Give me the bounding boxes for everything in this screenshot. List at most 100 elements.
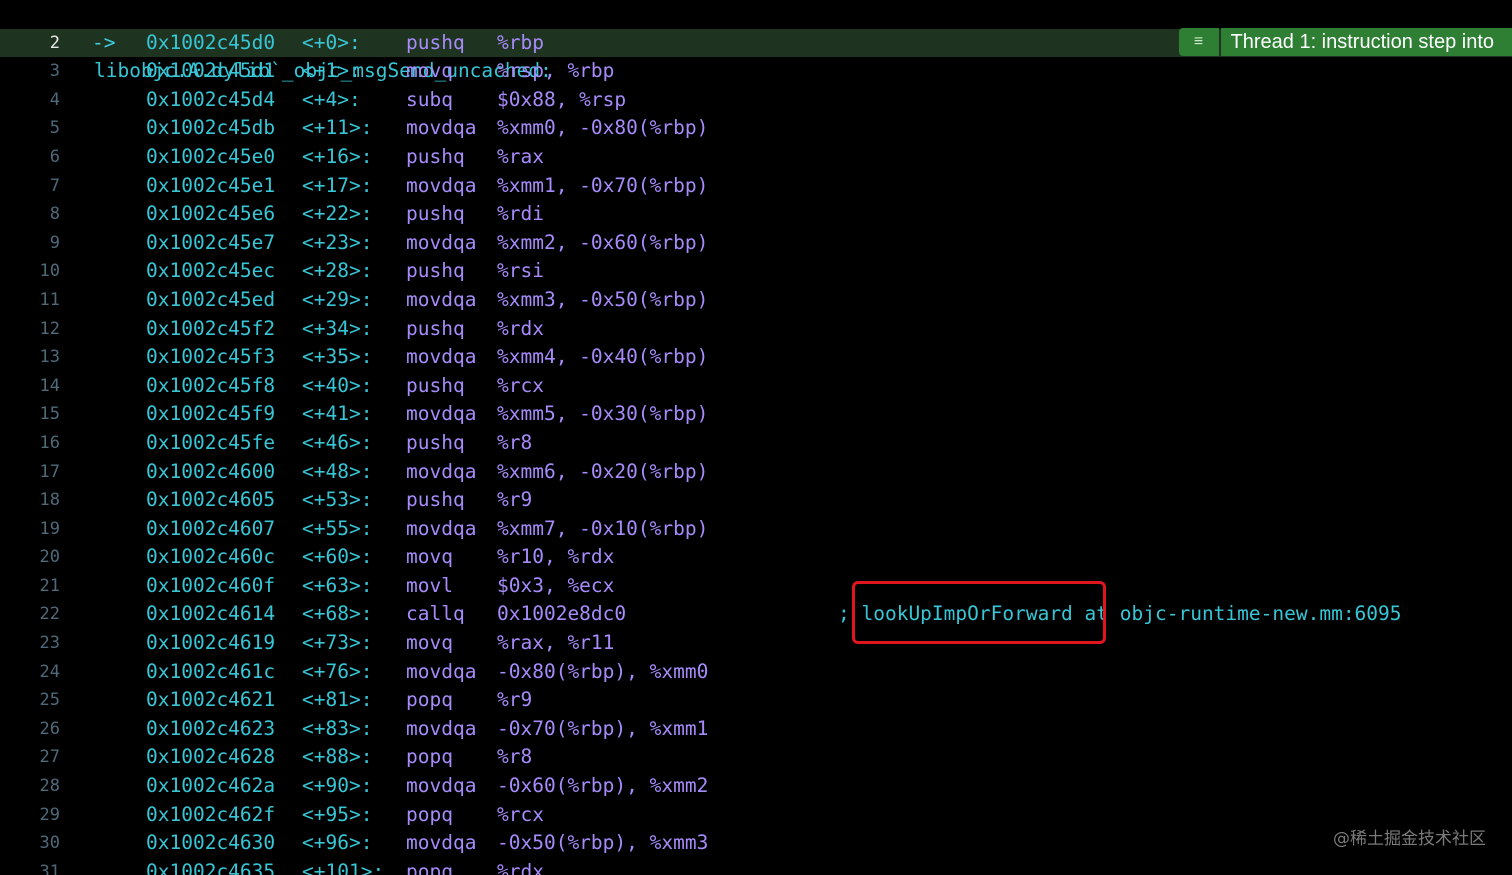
instruction-row[interactable]: 29 0x1002c462f <+95>: popq %rcx — [0, 801, 1512, 830]
instruction-row[interactable]: 14 0x1002c45f8 <+40>: pushq %rcx — [0, 372, 1512, 401]
line-number: 3 — [49, 61, 60, 82]
line-number: 18 — [39, 490, 60, 511]
instruction-operands: %xmm7, -0x10(%rbp) — [497, 516, 709, 540]
instruction-row[interactable]: 16 0x1002c45fe <+46>: pushq %r8 — [0, 429, 1512, 458]
instruction-mnemonic: movdqa — [406, 402, 477, 426]
instruction-operands: %xmm6, -0x20(%rbp) — [497, 459, 709, 483]
instruction-row[interactable]: 20 0x1002c460c <+60>: movq %r10, %rdx — [0, 543, 1512, 572]
instruction-row[interactable]: 30 0x1002c4630 <+96>: movdqa -0x50(%rbp), %x… — [0, 829, 1512, 858]
instruction-operands: %rbp — [497, 30, 544, 54]
instruction-offset: <+22>: — [302, 202, 373, 226]
instruction-row[interactable]: 31 0x1002c4635 <+101>: popq %rdx — [0, 858, 1512, 875]
instruction-address: 0x1002c45f9 — [146, 402, 276, 426]
instruction-row[interactable]: 26 0x1002c4623 <+83>: movdqa -0x70(%rbp), %x… — [0, 715, 1512, 744]
line-number: 29 — [39, 804, 60, 825]
line-number: 10 — [39, 261, 60, 282]
instruction-offset: <+53>: — [302, 488, 373, 512]
instruction-mnemonic: pushq — [406, 202, 465, 226]
line-number: 30 — [39, 833, 60, 854]
hamburger-menu-icon[interactable]: ≡ — [1178, 28, 1219, 56]
instruction-row[interactable]: 10 0x1002c45ec <+28>: pushq %rsi — [0, 257, 1512, 286]
instruction-address: 0x1002c45e1 — [146, 173, 276, 197]
line-number: 4 — [49, 89, 60, 110]
instruction-operands: %r9 — [497, 688, 533, 712]
instruction-address: 0x1002c4605 — [146, 488, 276, 512]
instruction-offset: <+68>: — [302, 602, 373, 626]
line-number: 20 — [39, 547, 60, 568]
instruction-address: 0x1002c4600 — [146, 459, 276, 483]
line-number: 12 — [39, 318, 60, 339]
instruction-address: 0x1002c45d4 — [146, 87, 276, 111]
instruction-mnemonic: movdqa — [406, 516, 477, 540]
line-number: 11 — [39, 289, 60, 310]
instruction-offset: <+29>: — [302, 287, 373, 311]
instruction-mnemonic: movq — [406, 631, 453, 655]
instruction-row[interactable]: 22 0x1002c4614 <+68>: callq 0x1002e8dc0; loo… — [0, 600, 1512, 629]
instruction-address: 0x1002c45ec — [146, 259, 276, 283]
instruction-operands: %rax — [497, 144, 544, 168]
thread-status-badge[interactable]: ≡ Thread 1: instruction step into — [1178, 28, 1512, 56]
instruction-row[interactable]: 4 0x1002c45d4 <+4>: subq $0x88, %rsp — [0, 86, 1512, 115]
instruction-mnemonic: movdqa — [406, 173, 477, 197]
instruction-offset: <+90>: — [302, 774, 373, 798]
instruction-row[interactable]: 18 0x1002c4605 <+53>: pushq %r9 — [0, 486, 1512, 515]
line-number: 26 — [39, 718, 60, 739]
disassembly-header-line[interactable]: 1 libobjc.A.dylib`_objc_msgSend_uncached… — [0, 0, 1512, 83]
instruction-mnemonic: movdqa — [406, 230, 477, 254]
instruction-mnemonic: movdqa — [406, 116, 477, 140]
instruction-address: 0x1002c462a — [146, 774, 276, 798]
line-number: 5 — [49, 118, 60, 139]
pc-arrow-icon: -> — [92, 30, 116, 54]
line-number: 16 — [39, 432, 60, 453]
instruction-row[interactable]: 23 0x1002c4619 <+73>: movq %rax, %r11 — [0, 629, 1512, 658]
instruction-row[interactable]: 15 0x1002c45f9 <+41>: movdqa %xmm5, -0x30(%r… — [0, 400, 1512, 429]
instruction-row[interactable]: 7 0x1002c45e1 <+17>: movdqa %xmm1, -0x70(%rb… — [0, 172, 1512, 201]
instruction-address: 0x1002c4635 — [146, 859, 276, 875]
instruction-offset: <+1>: — [302, 59, 361, 83]
instruction-mnemonic: movdqa — [406, 459, 477, 483]
instruction-offset: <+41>: — [302, 402, 373, 426]
instruction-row[interactable]: 13 0x1002c45f3 <+35>: movdqa %xmm4, -0x40(%r… — [0, 343, 1512, 372]
instruction-row[interactable]: 17 0x1002c4600 <+48>: movdqa %xmm6, -0x20(%r… — [0, 458, 1512, 487]
instruction-mnemonic: popq — [406, 745, 453, 769]
instruction-address: 0x1002c4621 — [146, 688, 276, 712]
instruction-row[interactable]: 21 0x1002c460f <+63>: movl $0x3, %ecx — [0, 572, 1512, 601]
instruction-mnemonic: pushq — [406, 259, 465, 283]
instruction-row[interactable]: 9 0x1002c45e7 <+23>: movdqa %xmm2, -0x60(%rb… — [0, 229, 1512, 258]
instruction-address: 0x1002c45f8 — [146, 373, 276, 397]
instruction-operands: %rsi — [497, 259, 544, 283]
instruction-row[interactable]: 3 0x1002c45d1 <+1>: movq %rsp, %rbp — [0, 57, 1512, 86]
instruction-row[interactable]: 11 0x1002c45ed <+29>: movdqa %xmm3, -0x50(%r… — [0, 286, 1512, 315]
instruction-offset: <+96>: — [302, 831, 373, 855]
instruction-operands: 0x1002e8dc0 — [497, 602, 627, 626]
instruction-row[interactable]: 28 0x1002c462a <+90>: movdqa -0x60(%rbp), %x… — [0, 772, 1512, 801]
instruction-row[interactable]: 8 0x1002c45e6 <+22>: pushq %rdi — [0, 200, 1512, 229]
instruction-row[interactable]: 25 0x1002c4621 <+81>: popq %r9 — [0, 686, 1512, 715]
instruction-mnemonic: movdqa — [406, 287, 477, 311]
instruction-row[interactable]: 19 0x1002c4607 <+55>: movdqa %xmm7, -0x10(%r… — [0, 515, 1512, 544]
instruction-operands: %xmm0, -0x80(%rbp) — [497, 116, 709, 140]
instruction-operands: %r8 — [497, 430, 533, 454]
instruction-row[interactable]: 5 0x1002c45db <+11>: movdqa %xmm0, -0x80(%rb… — [0, 114, 1512, 143]
instruction-offset: <+48>: — [302, 459, 373, 483]
instruction-row[interactable]: 24 0x1002c461c <+76>: movdqa -0x80(%rbp), %x… — [0, 658, 1512, 687]
instruction-operands: -0x80(%rbp), %xmm0 — [497, 659, 709, 683]
instruction-mnemonic: pushq — [406, 144, 465, 168]
instruction-row[interactable]: 6 0x1002c45e0 <+16>: pushq %rax — [0, 143, 1512, 172]
instruction-operands: -0x50(%rbp), %xmm3 — [497, 831, 709, 855]
instruction-address: 0x1002c4623 — [146, 716, 276, 740]
instruction-address: 0x1002c4630 — [146, 831, 276, 855]
instruction-offset: <+35>: — [302, 345, 373, 369]
instruction-row[interactable]: 27 0x1002c4628 <+88>: popq %r8 — [0, 743, 1512, 772]
watermark-text: @稀土掘金技术社区 — [1333, 829, 1486, 849]
instruction-address: 0x1002c45d0 — [146, 30, 276, 54]
line-number: 6 — [49, 146, 60, 167]
instruction-mnemonic: pushq — [406, 30, 465, 54]
instruction-address: 0x1002c4619 — [146, 631, 276, 655]
instruction-offset: <+63>: — [302, 573, 373, 597]
instruction-address: 0x1002c45fe — [146, 430, 276, 454]
instruction-mnemonic: pushq — [406, 488, 465, 512]
instruction-row[interactable]: 12 0x1002c45f2 <+34>: pushq %rdx — [0, 315, 1512, 344]
instruction-offset: <+17>: — [302, 173, 373, 197]
instruction-mnemonic: movl — [406, 573, 453, 597]
